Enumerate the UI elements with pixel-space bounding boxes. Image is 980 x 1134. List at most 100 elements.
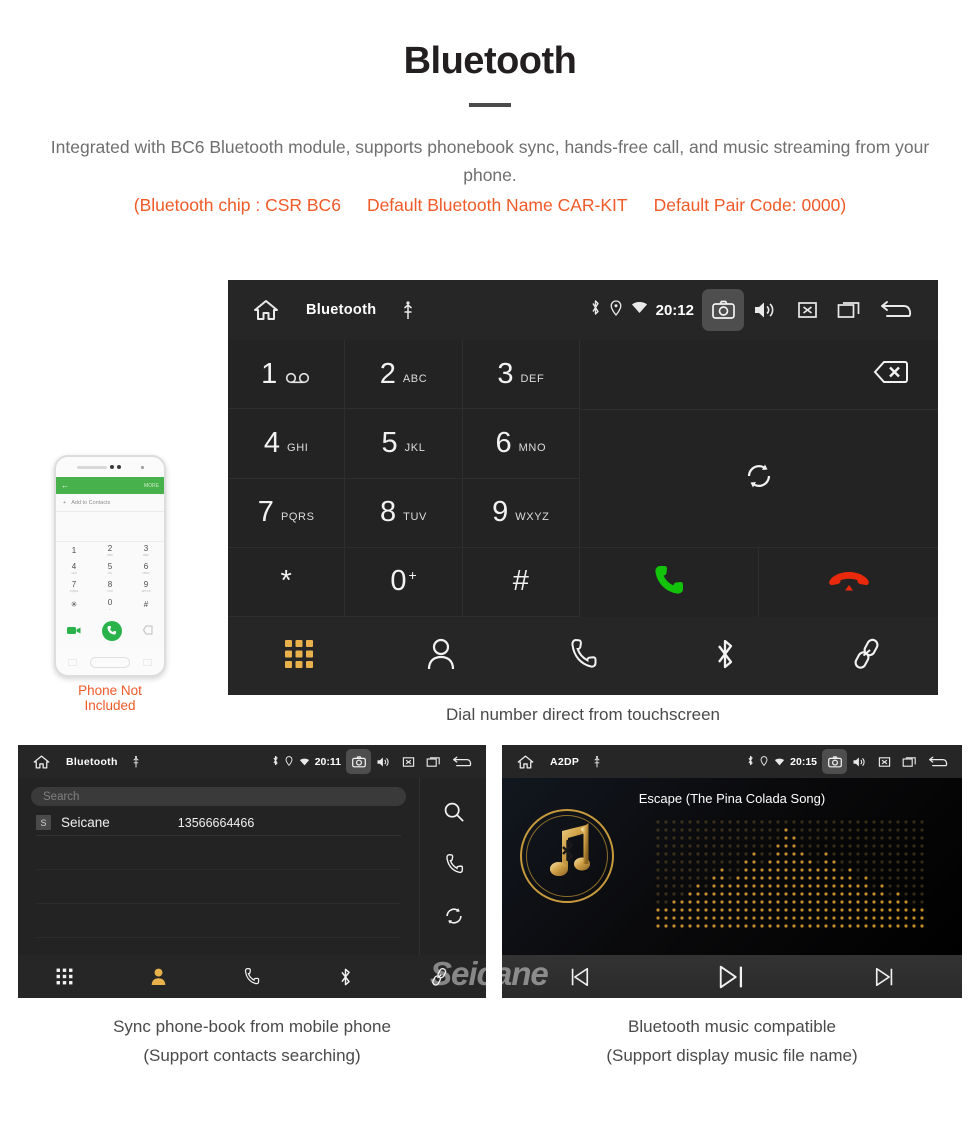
plus-icon: +: [63, 499, 67, 506]
contact-row[interactable]: S Seicane 13566664466: [36, 810, 401, 836]
intro-text: Integrated with BC6 Bluetooth module, su…: [50, 137, 930, 185]
nav-call-log[interactable]: [512, 617, 654, 695]
page-title: Bluetooth: [403, 40, 577, 82]
nav-bluetooth[interactable]: [299, 955, 393, 998]
phonebook-title: Bluetooth: [66, 755, 118, 768]
volume-icon[interactable]: [847, 749, 872, 774]
mute-icon[interactable]: [396, 749, 421, 774]
previous-icon: [571, 967, 588, 986]
music-body: Escape (The Pina Colada Song): [502, 778, 962, 955]
phone-key: 3 DEF: [143, 544, 149, 558]
key-label: 4: [263, 426, 281, 459]
clock: 20:11: [314, 755, 341, 768]
key-2[interactable]: 2 ABC: [345, 340, 463, 410]
nav-contacts[interactable]: [112, 955, 206, 998]
mute-icon[interactable]: [786, 289, 828, 331]
key-star[interactable]: *: [228, 547, 346, 617]
key-5[interactable]: 5 JKL: [345, 409, 463, 479]
back-icon[interactable]: [922, 749, 952, 774]
keypad-grid: 1 2 ABC 3 DEF 4 GHI 5 JKL 6 MNO 7 PQRS 8 TUV 9W…: [228, 340, 580, 617]
bluetooth-icon: [747, 753, 754, 771]
key-6[interactable]: 6 MNO: [462, 409, 580, 479]
phone-video-icon: [66, 622, 81, 640]
phonebook-statusbar: Bluetooth 20:11: [18, 745, 486, 778]
hangup-button[interactable]: [759, 548, 938, 617]
key-label: *: [280, 565, 292, 598]
usb-icon: [132, 755, 140, 768]
key-letters: MNO: [518, 441, 547, 454]
back-icon[interactable]: [870, 289, 920, 331]
link-icon: [431, 967, 446, 986]
key-7[interactable]: 7 PQRS: [228, 478, 346, 548]
mute-icon[interactable]: [872, 749, 897, 774]
back-icon[interactable]: [446, 749, 476, 774]
location-icon: [610, 299, 622, 321]
key-1[interactable]: 1: [228, 340, 346, 410]
title-divider: [469, 103, 511, 107]
key-9[interactable]: 9 WXYZ: [462, 478, 580, 548]
previous-button[interactable]: [502, 966, 655, 988]
contact-row-empty[interactable]: [36, 844, 401, 870]
key-letters: ABC: [402, 372, 428, 385]
nav-bluetooth[interactable]: [654, 617, 796, 695]
music-caption: Bluetooth music compatible (Support disp…: [502, 1012, 962, 1070]
phone-key: 5 JKL: [107, 562, 113, 576]
contact-row-empty[interactable]: [36, 878, 401, 904]
phone-mockup: ← MORE + Add to Contacts 1 2 ABC 3 DEF 4 GH…: [54, 455, 166, 713]
nav-keypad[interactable]: [228, 617, 370, 695]
home-icon[interactable]: [28, 754, 54, 770]
play-pause-icon: [719, 965, 743, 988]
search-input[interactable]: Search: [31, 787, 406, 806]
phone-key: 4 GHI: [71, 562, 77, 576]
keypad-icon: [284, 639, 314, 674]
phone-number-field: [56, 512, 164, 542]
phone-key: 7 PQRS: [69, 580, 79, 594]
key-4[interactable]: 4 GHI: [228, 409, 346, 479]
key-3[interactable]: 3 DEF: [462, 340, 580, 410]
phone-add-contacts-label: Add to Contacts: [71, 499, 111, 506]
call-button[interactable]: [580, 548, 759, 617]
nav-link[interactable]: [392, 955, 486, 998]
bluetooth-icon: [714, 637, 736, 676]
search-icon[interactable]: [443, 801, 465, 828]
camera-icon[interactable]: [822, 749, 847, 774]
key-0[interactable]: 0 +: [345, 547, 463, 617]
contact-row-empty[interactable]: [36, 912, 401, 938]
location-icon: [760, 753, 768, 771]
camera-icon[interactable]: [346, 749, 371, 774]
recents-icon[interactable]: [828, 289, 870, 331]
next-button[interactable]: [809, 966, 962, 988]
sync-button[interactable]: [580, 410, 938, 548]
phone-call-button: [101, 620, 122, 641]
phone-appbar: ← MORE: [56, 477, 164, 494]
key-8[interactable]: 8 TUV: [345, 478, 463, 548]
home-icon[interactable]: [246, 298, 286, 322]
recents-icon[interactable]: [421, 749, 446, 774]
backspace-button[interactable]: [580, 340, 938, 410]
phone-navbar: [56, 649, 164, 675]
music-controls: [502, 955, 962, 998]
phonebook-list: Search S Seicane 13566664466: [18, 778, 420, 955]
volume-icon[interactable]: [744, 289, 786, 331]
phonebook-caption-line1: Sync phone-book from mobile phone: [113, 1017, 391, 1036]
nav-contacts[interactable]: [370, 617, 512, 695]
recents-icon[interactable]: [897, 749, 922, 774]
key-hash[interactable]: #: [462, 547, 580, 617]
bluetooth-icon: [341, 968, 350, 985]
play-pause-button[interactable]: [655, 964, 808, 990]
sync-icon[interactable]: [443, 905, 465, 932]
key-letters: WXYZ: [515, 511, 550, 524]
home-icon[interactable]: [512, 754, 538, 770]
dialer-caption: Dial number direct from touchscreen: [445, 705, 720, 724]
spec-pair-code: Default Pair Code: 0000): [653, 195, 847, 215]
nav-link[interactable]: [796, 617, 938, 695]
call-icon[interactable]: [444, 853, 464, 880]
nav-keypad[interactable]: [18, 955, 112, 998]
volume-icon[interactable]: [371, 749, 396, 774]
key-label: 1: [261, 357, 278, 390]
phone-actions: [56, 614, 164, 647]
nav-call-log[interactable]: [205, 955, 299, 998]
hangup-icon: [828, 568, 870, 597]
phonebook-body: Search S Seicane 13566664466: [18, 778, 486, 955]
camera-icon[interactable]: [702, 289, 744, 331]
